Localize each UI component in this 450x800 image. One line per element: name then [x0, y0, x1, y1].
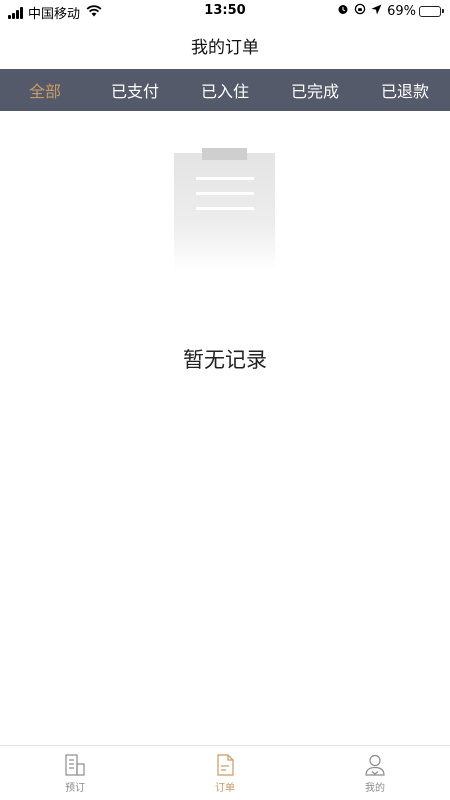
status-right: 69%	[337, 3, 444, 19]
clipboard-icon	[174, 148, 275, 271]
tab-checked-in[interactable]: 已入住	[180, 78, 270, 102]
location-icon	[371, 4, 382, 19]
empty-message: 暂无记录	[183, 348, 267, 372]
nav-label-orders: 订单	[215, 783, 235, 794]
rotation-lock-icon	[354, 3, 366, 19]
bottom-nav: 预订 订单 我的	[0, 745, 450, 800]
tab-completed[interactable]: 已完成	[270, 78, 360, 102]
tab-refunded[interactable]: 已退款	[360, 78, 450, 102]
tab-all[interactable]: 全部	[0, 78, 90, 102]
battery-icon	[419, 5, 444, 17]
battery-percent: 69%	[387, 3, 416, 19]
nav-item-orders[interactable]: 订单	[150, 746, 300, 800]
nav-label-booking: 预订	[65, 783, 85, 794]
document-icon	[213, 753, 237, 777]
nav-label-profile: 我的	[365, 783, 385, 794]
nav-item-booking[interactable]: 预订	[0, 746, 150, 800]
alarm-icon	[337, 3, 349, 19]
nav-item-profile[interactable]: 我的	[300, 746, 450, 800]
status-bar: 中国移动 13:50 69%	[0, 0, 450, 22]
page-title: 我的订单	[191, 38, 259, 58]
order-filter-tabs: 全部 已支付 已入住 已完成 已退款	[0, 69, 450, 111]
tab-paid[interactable]: 已支付	[90, 78, 180, 102]
building-icon	[63, 753, 87, 777]
user-icon	[363, 753, 387, 777]
empty-state: 暂无记录	[0, 111, 450, 745]
